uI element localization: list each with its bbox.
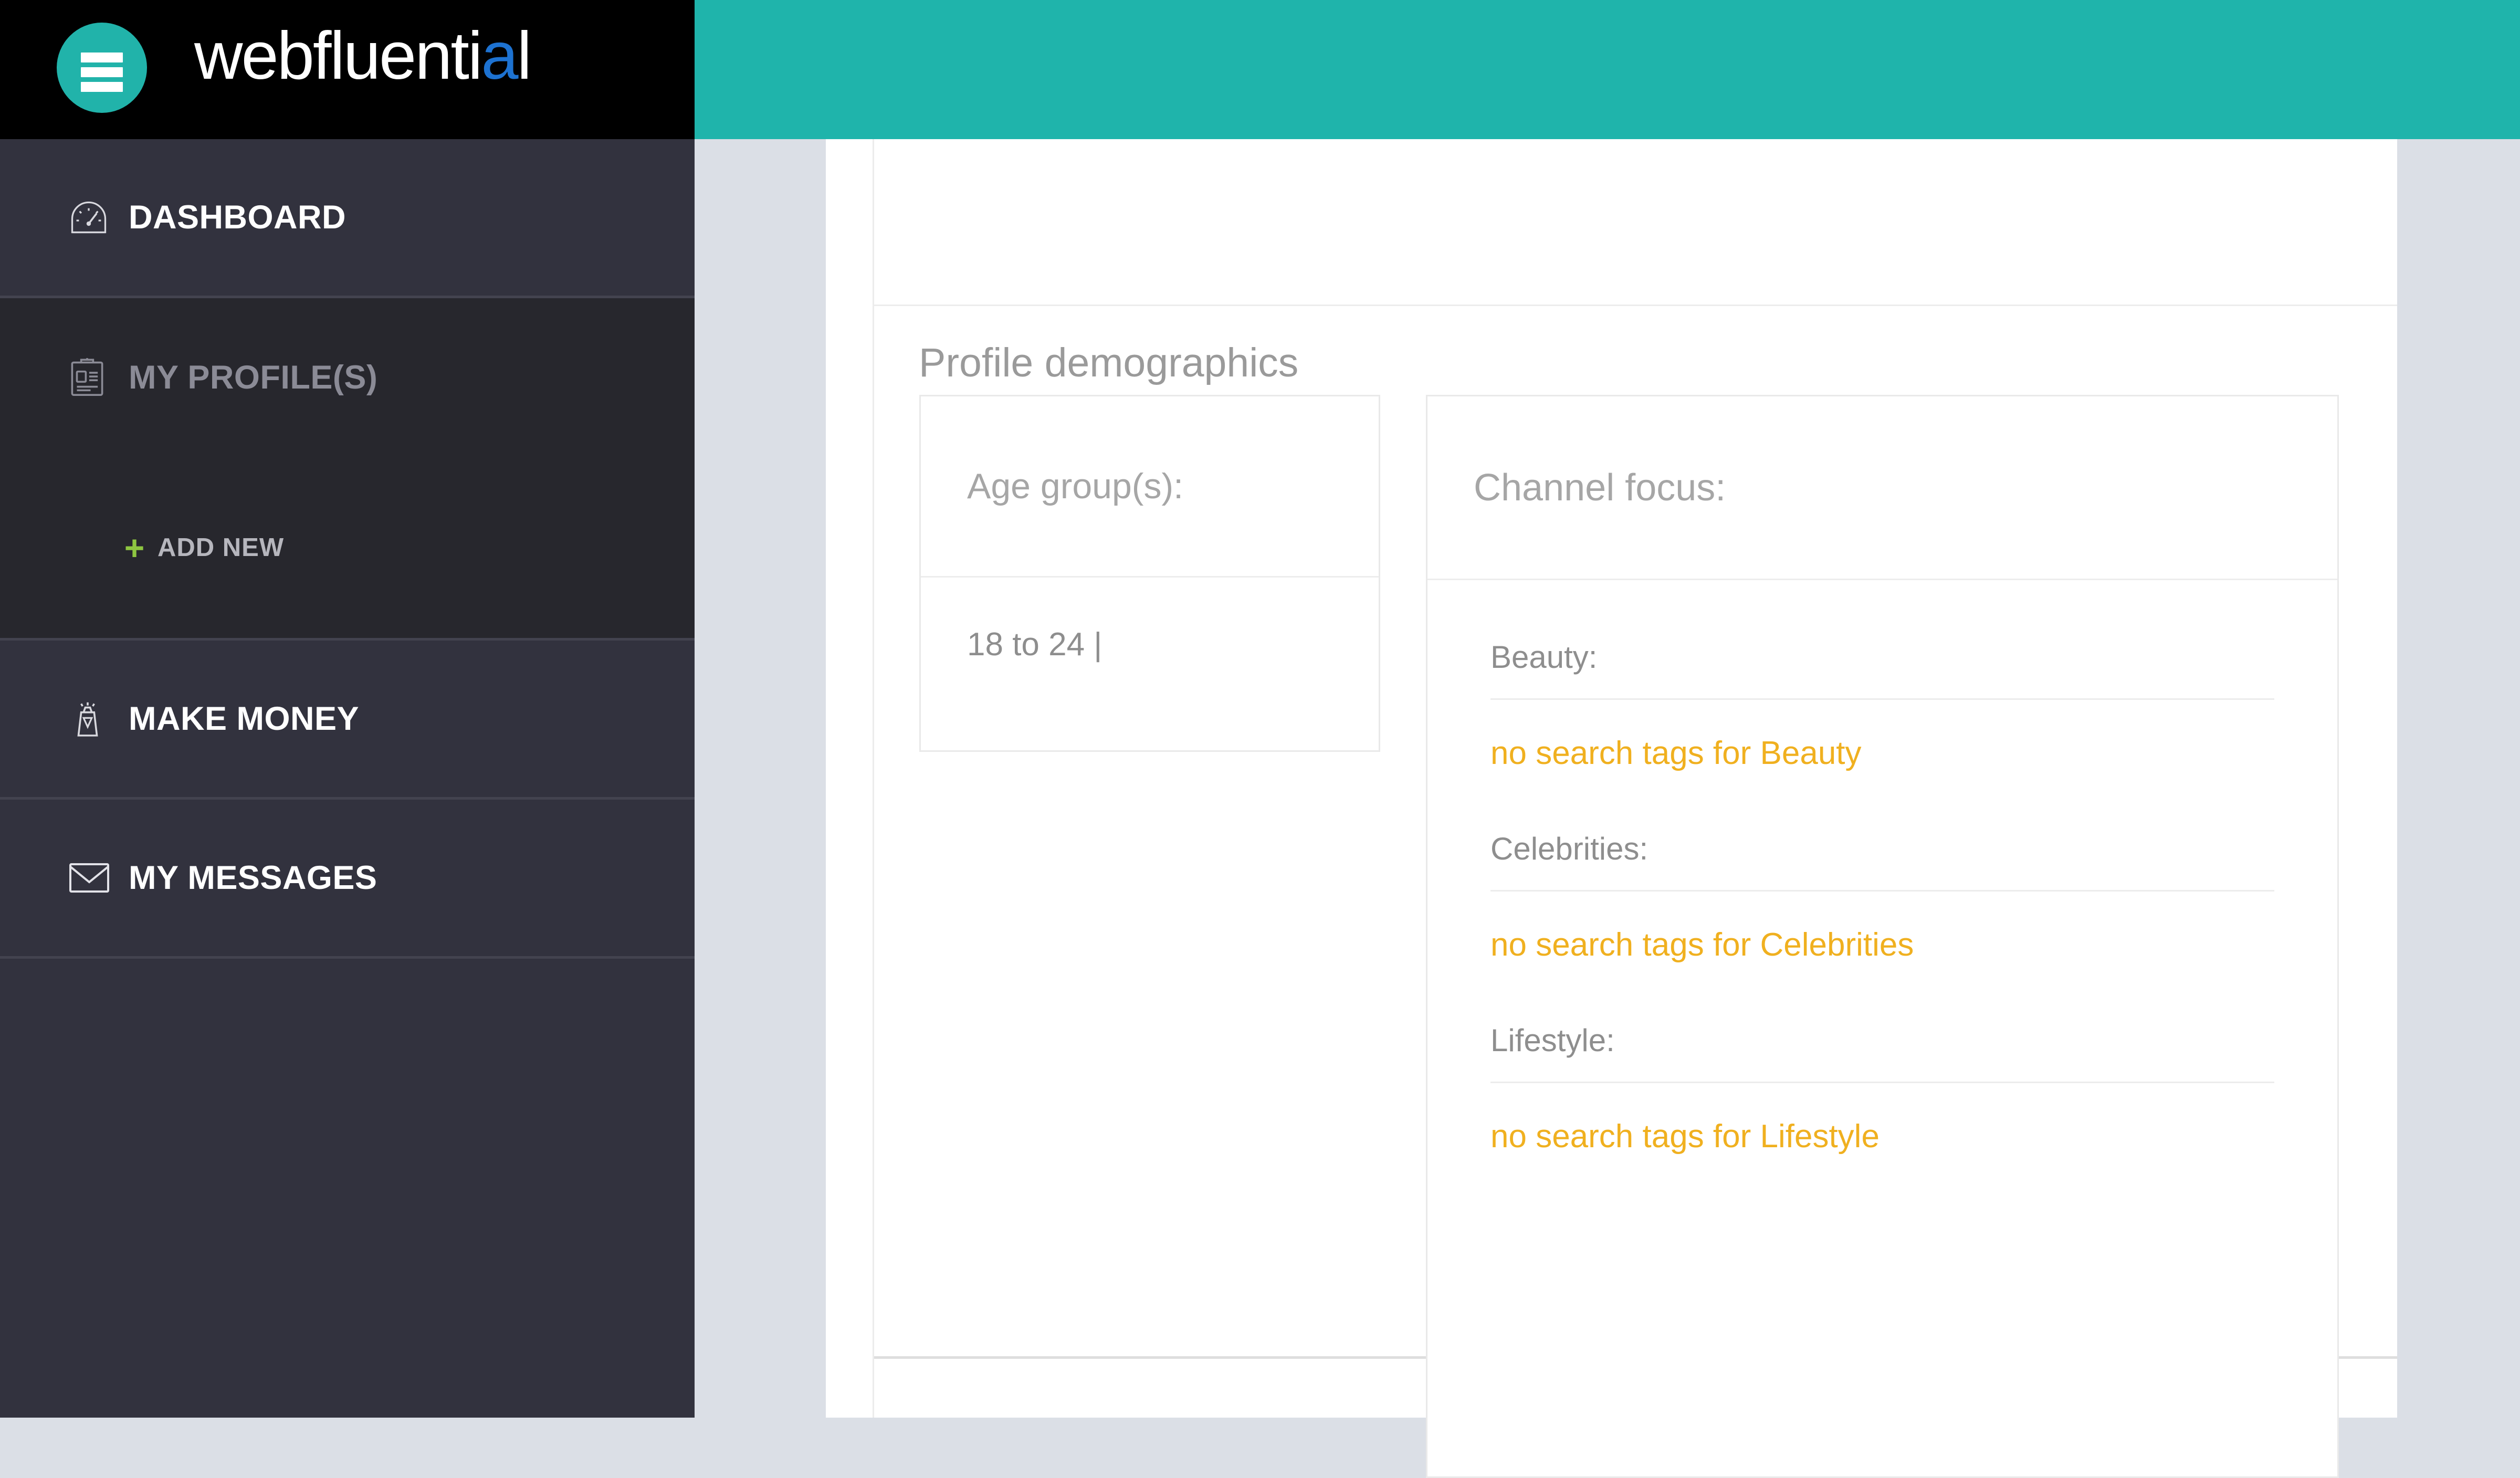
plus-icon: + bbox=[124, 528, 145, 567]
brand-name-accent: a bbox=[481, 18, 518, 93]
money-bag-icon bbox=[68, 699, 113, 739]
brand-logo[interactable]: webfluential bbox=[194, 17, 532, 96]
logo-bar: webfluential bbox=[0, 0, 695, 139]
envelope-icon bbox=[68, 858, 113, 898]
focus-group-celebrities: Celebrities: no search tags for Celebrit… bbox=[1490, 772, 2274, 963]
panel-left-rule bbox=[873, 139, 874, 1418]
focus-group-value: no search tags for Lifestyle bbox=[1490, 1118, 1880, 1155]
focus-group-beauty: Beauty: no search tags for Beauty bbox=[1490, 580, 2274, 772]
channel-focus-card-header: Channel focus: bbox=[1427, 396, 2337, 580]
sidebar-item-label: MY MESSAGES bbox=[129, 859, 377, 896]
focus-group-label: Lifestyle: bbox=[1490, 1023, 1615, 1058]
sidebar-item-make-money[interactable]: MAKE MONEY bbox=[0, 641, 695, 800]
sidebar-item-label: MY PROFILE(S) bbox=[129, 359, 378, 396]
age-group-card-header: Age group(s): bbox=[921, 396, 1379, 578]
channel-focus-label: Channel focus: bbox=[1474, 466, 1726, 509]
sidebar-group-my-profiles: MY PROFILE(S) + ADD NEW bbox=[0, 298, 695, 641]
sidebar-nav: DASHBOARD MY PROFILE(S) + ADD NEW MAKE M… bbox=[0, 139, 695, 1418]
sidebar-item-add-new[interactable]: + ADD NEW bbox=[0, 457, 695, 638]
sidebar-item-label: MAKE MONEY bbox=[129, 700, 360, 737]
hamburger-bar bbox=[81, 53, 123, 62]
sidebar-item-label: ADD NEW bbox=[158, 533, 285, 562]
age-group-label: Age group(s): bbox=[967, 466, 1183, 506]
panel-title-top-rule bbox=[874, 305, 2397, 306]
sidebar-item-label: DASHBOARD bbox=[129, 199, 346, 236]
speedometer-icon bbox=[68, 198, 113, 237]
hamburger-bar bbox=[81, 82, 123, 92]
hamburger-bar bbox=[81, 67, 123, 77]
brand-name-tail: l bbox=[517, 18, 532, 93]
channel-focus-card: Channel focus: Beauty: no search tags fo… bbox=[1426, 395, 2339, 1478]
channel-focus-body: Beauty: no search tags for Beauty Celebr… bbox=[1427, 580, 2337, 1155]
app-root: webfluential DASHBOARD MY PROFILE(S) + A… bbox=[0, 0, 2520, 1478]
id-card-icon bbox=[68, 358, 113, 397]
sidebar-item-my-profiles[interactable]: MY PROFILE(S) bbox=[0, 298, 695, 457]
focus-group-value: no search tags for Celebrities bbox=[1490, 927, 1914, 963]
focus-group-label: Beauty: bbox=[1490, 640, 1598, 675]
age-group-card: Age group(s): 18 to 24 | bbox=[919, 395, 1380, 752]
main-content-panel: Profile demographics Age group(s): 18 to… bbox=[826, 139, 2397, 1478]
sidebar-item-dashboard[interactable]: DASHBOARD bbox=[0, 139, 695, 298]
age-group-value: 18 to 24 | bbox=[967, 626, 1102, 663]
page-title: Profile demographics bbox=[919, 340, 1299, 385]
focus-group-value: no search tags for Beauty bbox=[1490, 735, 1862, 771]
hamburger-menu-icon[interactable] bbox=[57, 23, 147, 113]
top-teal-bar bbox=[695, 0, 2520, 139]
sidebar-item-my-messages[interactable]: MY MESSAGES bbox=[0, 800, 695, 959]
brand-name-main: webfluenti bbox=[194, 18, 482, 93]
focus-group-label: Celebrities: bbox=[1490, 831, 1648, 866]
focus-group-lifestyle: Lifestyle: no search tags for Lifestyle bbox=[1490, 963, 2274, 1155]
